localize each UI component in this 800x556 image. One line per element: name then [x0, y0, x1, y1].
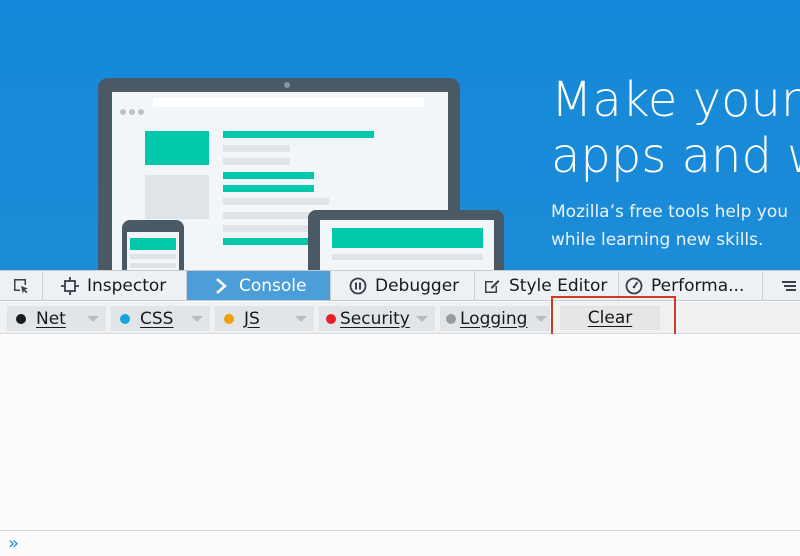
filter-label: CSS — [140, 308, 174, 329]
security-dot-icon — [326, 313, 336, 324]
filter-label: Security — [340, 308, 410, 329]
tab-label: Style Editor — [509, 275, 608, 296]
mock-url-bar — [153, 98, 424, 107]
pick-element-icon — [10, 275, 32, 297]
mock-line — [223, 198, 329, 205]
filter-logging-button[interactable]: Logging — [440, 306, 550, 331]
devtools-toolbar: Inspector Console Debugger Style Editor … — [0, 270, 800, 301]
mock-block — [145, 131, 209, 165]
more-tools-icon — [778, 275, 800, 297]
console-input[interactable] — [19, 531, 800, 556]
filter-label: Logging — [460, 308, 528, 329]
tab-label: Debugger — [375, 275, 460, 296]
more-tools-button[interactable] — [763, 271, 800, 300]
tab-console[interactable]: Console — [187, 271, 331, 300]
mock-line — [130, 263, 176, 268]
console-filter-bar: Net CSS JS Security Logging — [0, 302, 800, 334]
filter-css-button[interactable]: CSS — [111, 306, 210, 331]
dropdown-arrow-icon[interactable] — [295, 315, 307, 322]
js-dot-icon — [224, 313, 234, 324]
console-chevron-icon — [211, 275, 233, 297]
css-dot-icon — [120, 313, 130, 324]
mock-block — [332, 228, 483, 248]
hero-title-line: Make your — [551, 72, 800, 128]
filter-net-button[interactable]: Net — [7, 306, 106, 331]
mock-line — [223, 238, 308, 245]
filter-label: JS — [244, 308, 260, 329]
laptop-camera — [284, 82, 290, 88]
tab-inspector[interactable]: Inspector — [43, 271, 187, 300]
filter-js-button[interactable]: JS — [215, 306, 314, 331]
filter-security-button[interactable]: Security — [319, 306, 435, 331]
dropdown-arrow-icon[interactable] — [535, 315, 547, 322]
mock-line — [223, 158, 290, 165]
prompt-chevron-icon: » — [8, 532, 20, 554]
pause-icon — [347, 275, 369, 297]
hero-subtitle-line: while learning new skills. — [551, 230, 764, 250]
hero-subtitle: Mozilla’s free tools help you while lear… — [551, 198, 788, 254]
mock-line — [223, 131, 374, 138]
inspector-icon — [59, 275, 81, 297]
logging-dot-icon — [446, 313, 456, 324]
window-dots — [120, 100, 147, 119]
tab-debugger[interactable]: Debugger — [331, 271, 475, 300]
tab-label: Console — [239, 275, 307, 296]
mock-line — [223, 172, 314, 179]
console-output[interactable] — [0, 334, 800, 530]
dropdown-arrow-icon[interactable] — [191, 315, 203, 322]
gauge-icon — [623, 275, 645, 297]
hero-banner: Make your apps and w Mozilla’s free tool… — [0, 0, 800, 270]
console-input-bar: » — [0, 530, 800, 556]
hero-title-line: apps and w — [551, 128, 800, 184]
hero-subtitle-line: Mozilla’s free tools help you — [551, 202, 789, 222]
style-editor-icon — [481, 275, 503, 297]
mock-line — [130, 254, 176, 259]
mock-block — [145, 175, 209, 219]
dropdown-arrow-icon[interactable] — [416, 315, 428, 322]
mock-line — [332, 254, 483, 260]
mock-line — [223, 185, 314, 192]
mock-line — [223, 145, 290, 152]
pick-element-button[interactable] — [0, 271, 43, 300]
net-dot-icon — [16, 313, 26, 324]
tab-label: Performa... — [651, 275, 745, 296]
filter-label: Net — [36, 308, 66, 329]
tab-label: Inspector — [87, 275, 167, 296]
mock-block — [130, 238, 176, 250]
hero-title: Make your apps and w — [551, 72, 800, 184]
dropdown-arrow-icon[interactable] — [87, 315, 99, 322]
